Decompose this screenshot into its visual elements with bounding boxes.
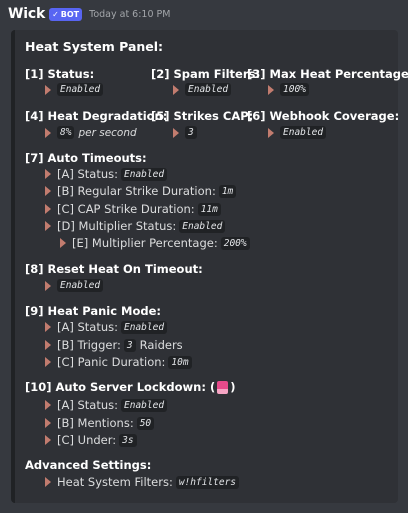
field-1-name: [1] Status: xyxy=(25,67,95,81)
field-7-e-value: 200% xyxy=(220,236,250,250)
field-4-value-line: 8% per second xyxy=(45,126,137,139)
bullet-icon xyxy=(268,84,274,95)
field-9-c-value: 10m xyxy=(168,355,192,369)
field-6-name: [6] Webhook Coverage: xyxy=(247,109,400,123)
field-7-b-line: [B] Regular Strike Duration: 1m xyxy=(45,184,237,198)
bullet-icon xyxy=(45,84,51,95)
field-10-a-label: [A] Status: xyxy=(57,398,119,412)
bullet-icon xyxy=(45,280,51,291)
bullet-icon xyxy=(45,340,51,350)
field-9-b-line: [B] Trigger: 3 Raiders xyxy=(45,338,183,352)
field-7-e-line: [E] Multiplier Percentage: 200% xyxy=(60,236,250,250)
bot-tag: ✓ BOT xyxy=(49,7,83,21)
field-7-c-label: [C] CAP Strike Duration: xyxy=(57,202,195,216)
bullet-icon xyxy=(45,357,51,367)
bullet-icon xyxy=(173,127,179,138)
bullet-icon xyxy=(268,127,274,138)
field-5-value-line: 3 xyxy=(173,126,197,139)
message-timestamp[interactable]: Today at 6:10 PM xyxy=(89,9,170,20)
bullet-icon xyxy=(45,221,51,231)
field-2-value: Enabled xyxy=(185,83,232,96)
bullet-icon xyxy=(45,127,51,138)
field-9-b-value: 3 xyxy=(123,338,136,352)
advanced-settings-label: Heat System Filters: xyxy=(57,475,173,489)
field-7-a-line: [A] Status: Enabled xyxy=(45,167,168,181)
field-7-c-line: [C] CAP Strike Duration: 11m xyxy=(45,202,221,216)
field-10-b-value: 50 xyxy=(136,416,155,430)
advanced-settings-value: w!hfilters xyxy=(175,475,240,489)
field-7-d-label: [D] Multiplier Status: xyxy=(57,219,177,233)
field-7-d-line: [D] Multiplier Status: Enabled xyxy=(45,219,226,233)
field-7-e-label: [E] Multiplier Percentage: xyxy=(72,236,218,250)
field-6-value: Enabled xyxy=(280,126,327,139)
bullet-icon xyxy=(45,418,51,428)
bullet-icon xyxy=(45,186,51,196)
bullet-icon xyxy=(45,435,51,445)
field-10-name-prefix: [10] Auto Server Lockdown: ( xyxy=(25,380,216,394)
field-5-value: 3 xyxy=(185,126,197,139)
message-header: Wick ✓ BOT Today at 6:10 PM xyxy=(8,5,170,23)
field-3-value-line: 100% xyxy=(268,83,309,96)
bullet-icon xyxy=(45,322,51,332)
field-7-name: [7] Auto Timeouts: xyxy=(25,151,147,165)
field-5-name: [5] Strikes CAP: xyxy=(151,109,254,123)
field-10-c-label: [C] Under: xyxy=(57,433,117,447)
bot-tag-label: BOT xyxy=(60,9,80,19)
field-9-b-suffix: Raiders xyxy=(139,338,183,352)
embed-title: Heat System Panel: xyxy=(25,39,164,54)
field-2-name: [2] Spam Filters: xyxy=(151,67,260,81)
field-6-value-line: Enabled xyxy=(268,126,327,139)
field-4-name: [4] Heat Degradation: xyxy=(25,109,168,123)
field-10-c-line: [C] Under: 3s xyxy=(45,433,137,447)
check-icon: ✓ xyxy=(52,9,59,19)
field-9-a-line: [A] Status: Enabled xyxy=(45,320,168,334)
bullet-icon xyxy=(45,477,51,487)
field-7-d-value: Enabled xyxy=(179,219,226,233)
field-9-b-label: [B] Trigger: xyxy=(57,338,121,352)
field-10-b-line: [B] Mentions: 50 xyxy=(45,416,155,430)
field-1-value: Enabled xyxy=(57,83,104,96)
bullet-icon xyxy=(173,84,179,95)
bullet-icon xyxy=(45,400,51,410)
field-10-c-value: 3s xyxy=(119,433,137,447)
field-10-name-suffix: ) xyxy=(230,380,236,394)
field-7-b-value: 1m xyxy=(218,184,237,198)
field-9-a-label: [A] Status: xyxy=(57,320,119,334)
bullet-icon xyxy=(45,204,51,214)
author-name[interactable]: Wick xyxy=(8,6,45,22)
field-7-c-value: 11m xyxy=(197,202,221,216)
field-9-a-value: Enabled xyxy=(121,320,168,334)
field-10-name: [10] Auto Server Lockdown: ( ) xyxy=(25,380,236,394)
field-1-value-line: Enabled xyxy=(45,83,104,96)
bullet-icon xyxy=(45,169,51,179)
field-7-a-label: [A] Status: xyxy=(57,167,119,181)
field-8-name: [8] Reset Heat On Timeout: xyxy=(25,262,203,276)
field-4-value: 8% xyxy=(57,126,75,139)
pink-pin-emoji-icon xyxy=(217,380,229,394)
embed-card: Heat System Panel: [1] Status: Enabled [… xyxy=(11,30,408,503)
field-10-a-line: [A] Status: Enabled xyxy=(45,398,168,412)
field-9-c-label: [C] Panic Duration: xyxy=(57,355,166,369)
field-7-a-value: Enabled xyxy=(121,167,168,181)
field-4-suffix: per second xyxy=(78,126,137,139)
field-9-name: [9] Heat Panic Mode: xyxy=(25,304,162,318)
field-8-value-line: Enabled xyxy=(45,279,104,292)
bullet-icon xyxy=(60,238,66,248)
field-8-value: Enabled xyxy=(57,279,104,292)
field-10-b-label: [B] Mentions: xyxy=(57,416,134,430)
field-3-name: [3] Max Heat Percentage: xyxy=(247,67,408,81)
advanced-settings-name: Advanced Settings: xyxy=(25,458,152,472)
field-10-a-value: Enabled xyxy=(121,398,168,412)
field-7-b-label: [B] Regular Strike Duration: xyxy=(57,184,216,198)
field-2-value-line: Enabled xyxy=(173,83,232,96)
field-9-c-line: [C] Panic Duration: 10m xyxy=(45,355,192,369)
advanced-settings-line: Heat System Filters: w!hfilters xyxy=(45,475,240,489)
field-3-value: 100% xyxy=(280,83,309,96)
